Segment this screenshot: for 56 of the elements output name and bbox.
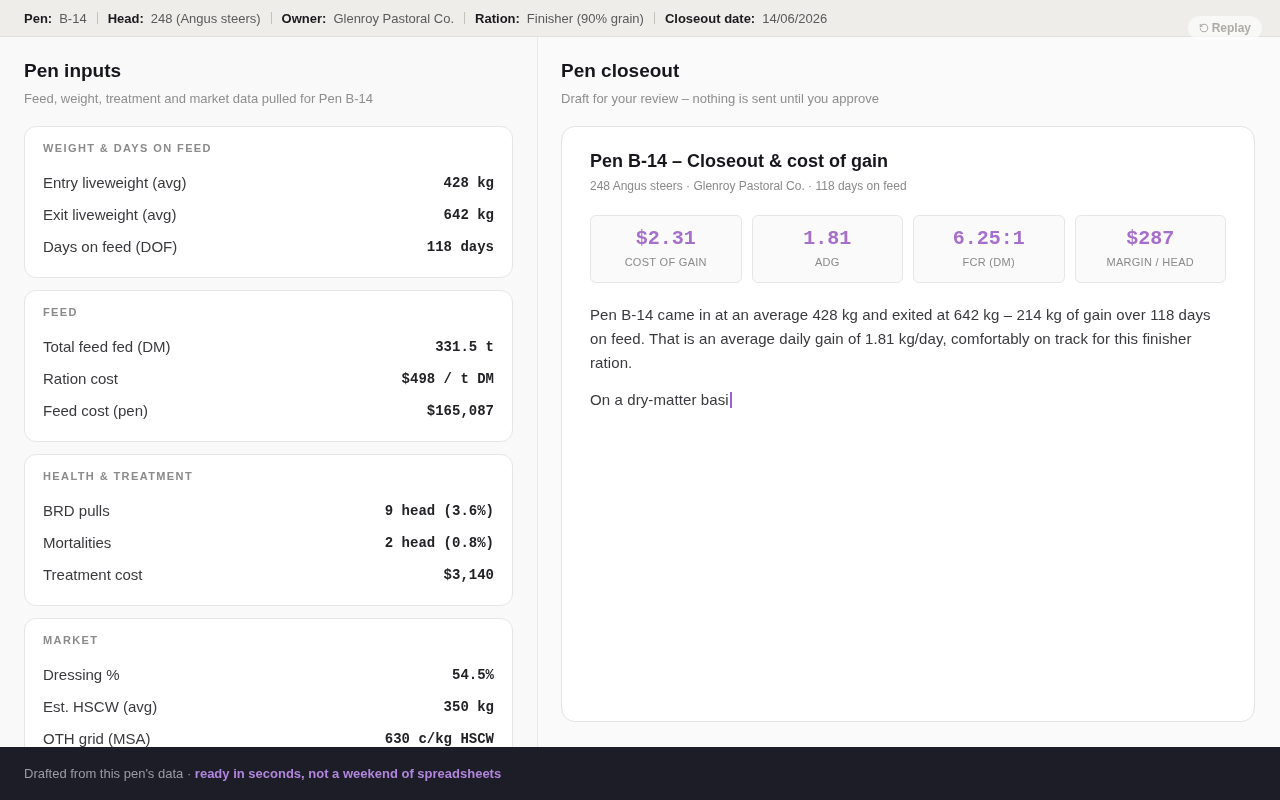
- rotate-icon: [1198, 23, 1209, 33]
- field-label: Owner:: [281, 10, 327, 26]
- metric-label: MARGIN / HEAD: [1106, 255, 1195, 269]
- metric-label: ADG: [814, 255, 840, 269]
- row-label: Treatment cost: [43, 567, 143, 583]
- footer-text: Drafted from this pen's data · ready in seconds, not a weekend of spreadsheets: [24, 766, 502, 781]
- panel-subtitle: Feed, weight, treatment and market data pulled for Pen B-14: [24, 90, 375, 108]
- row-label: Days on feed (DOF): [43, 239, 178, 255]
- metric-value: 1.81: [803, 227, 852, 251]
- draft-paragraph: On a dry-matter basi: [590, 388, 1226, 412]
- row-label: Exit liveweight (avg): [43, 207, 177, 223]
- metric-value: $2.31: [635, 227, 696, 251]
- row-label: Entry liveweight (avg): [43, 175, 187, 191]
- field-label: Head:: [107, 10, 144, 26]
- row-label: BRD pulls: [43, 503, 110, 519]
- row-value: 331.5 t: [435, 339, 494, 355]
- field-value: 14/06/2026: [762, 10, 828, 26]
- row-value: $3,140: [443, 567, 494, 583]
- draft-paragraph: Pen B-14 came in at an average 428 kg and exited at 642 kg – 214 kg of gain over 118 days on feed. That is an average daily gain of 1.81 kg/day, comfortably on track for this finisher ration.: [590, 305, 1212, 373]
- row-label: Est. HSCW (avg): [43, 699, 158, 715]
- row-value: 428 kg: [443, 175, 494, 191]
- row-value: $498 / t DM: [401, 371, 494, 387]
- field-value: Glenroy Pastoral Co.: [333, 10, 455, 26]
- row-label: Total feed fed (DM): [43, 339, 171, 355]
- row-value: 350 kg: [443, 699, 494, 715]
- section-heading: HEALTH & TREATMENT: [43, 469, 195, 483]
- metric-label: COST OF GAIN: [624, 255, 707, 269]
- row-value: 54.5%: [452, 667, 494, 683]
- field-label: Closeout date:: [664, 10, 756, 26]
- metric-label: FCR (DM): [962, 255, 1015, 269]
- row-value: 2 head (0.8%): [384, 535, 494, 551]
- document-title: Pen B-14 – Closeout & cost of gain: [590, 150, 890, 172]
- row-value: 118 days: [426, 239, 494, 255]
- row-value: 9 head (3.6%): [384, 503, 494, 519]
- row-label: Ration cost: [43, 371, 119, 387]
- metric-value: $287: [1126, 227, 1175, 251]
- metric-value: 6.25:1: [952, 227, 1025, 251]
- row-value: 630 c/kg HSCW: [384, 731, 494, 747]
- field-value: B-14: [59, 10, 87, 26]
- section-heading: WEIGHT & DAYS ON FEED: [43, 141, 213, 155]
- section-heading: MARKET: [43, 633, 100, 647]
- section-heading: FEED: [43, 305, 79, 319]
- row-label: Feed cost (pen): [43, 403, 149, 419]
- row-label: Mortalities: [43, 535, 112, 551]
- row-value: $165,087: [426, 403, 494, 419]
- row-label: OTH grid (MSA): [43, 731, 151, 747]
- row-label: Dressing %: [43, 667, 120, 683]
- field-value: Finisher (90% grain): [526, 10, 644, 26]
- field-label: Pen:: [24, 10, 53, 26]
- field-value: 248 (Angus steers): [150, 10, 261, 26]
- row-value: 642 kg: [443, 207, 494, 223]
- document-meta: 248 Angus steers · Glenroy Pastoral Co. · 118 days on feed: [590, 178, 908, 194]
- field-label: Ration:: [475, 10, 520, 26]
- panel-title: Pen inputs: [24, 59, 123, 83]
- panel-title: Pen closeout: [561, 59, 681, 83]
- panel-subtitle: Draft for your review – nothing is sent until you approve: [561, 90, 880, 108]
